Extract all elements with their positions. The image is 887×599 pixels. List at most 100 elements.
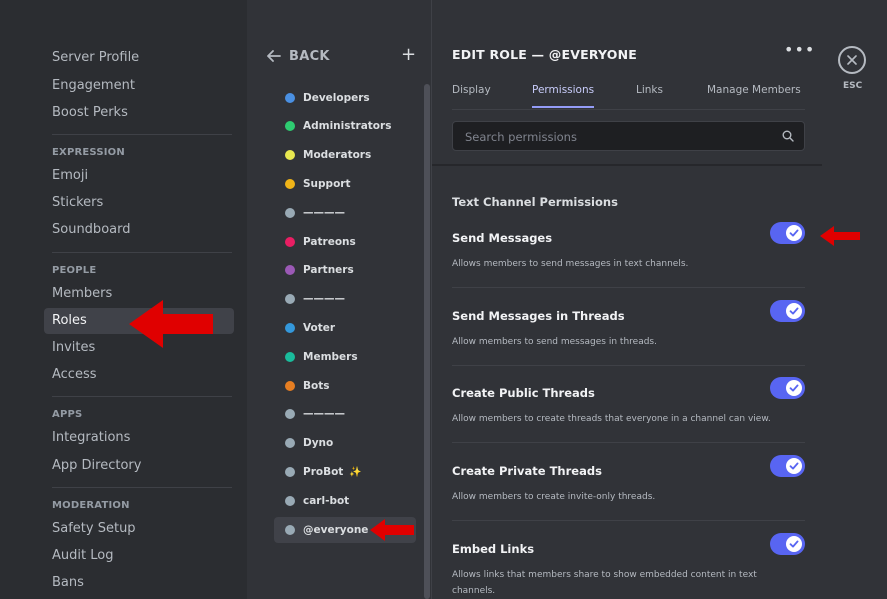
- search-box[interactable]: [452, 121, 805, 151]
- permission-toggle[interactable]: [770, 533, 805, 555]
- back-button[interactable]: BACK: [267, 44, 417, 68]
- role-label: Voter: [303, 322, 336, 334]
- sidebar-header-apps: APPS: [52, 409, 83, 420]
- scrollbar[interactable]: [424, 84, 430, 599]
- role-label: Members: [303, 351, 358, 363]
- sidebar-item-stickers[interactable]: Stickers: [44, 190, 234, 216]
- role-item[interactable]: Partners: [274, 257, 416, 283]
- role-item[interactable]: Members: [274, 344, 416, 370]
- role-item[interactable]: Support: [274, 171, 416, 197]
- sidebar-item-app-directory[interactable]: App Directory: [44, 453, 234, 479]
- sidebar-item-emoji[interactable]: Emoji: [44, 163, 234, 189]
- divider: [452, 442, 805, 443]
- role-color-dot: [285, 496, 295, 506]
- divider: [452, 520, 805, 521]
- annotation-arrow: [820, 226, 860, 246]
- search-input[interactable]: [463, 128, 767, 146]
- role-color-dot: [285, 121, 295, 131]
- plus-icon[interactable]: +: [401, 44, 416, 66]
- sidebar-header-expression: EXPRESSION: [52, 147, 125, 158]
- tab-manage-members[interactable]: Manage Members: [707, 84, 801, 108]
- tab-display[interactable]: Display: [452, 84, 491, 108]
- toggle-knob: [786, 380, 802, 396]
- permission-description: Allows members to send messages in text …: [452, 259, 689, 269]
- sidebar-item-soundboard[interactable]: Soundboard: [44, 217, 234, 243]
- sidebar-header-moderation: MODERATION: [52, 500, 130, 511]
- permission-name: Embed Links: [452, 542, 535, 556]
- role-color-dot: [285, 150, 295, 160]
- roles-panel: BACK + Developers Administrators Moderat…: [247, 0, 432, 599]
- permission-description: Allow members to create threads that eve…: [452, 414, 771, 424]
- role-item[interactable]: ————: [274, 286, 416, 312]
- role-label: Developers: [303, 92, 370, 104]
- search-icon: [782, 130, 794, 142]
- annotation-arrow: [129, 300, 213, 348]
- sidebar-item-boost-perks[interactable]: Boost Perks: [44, 100, 234, 126]
- sidebar-divider: [52, 396, 232, 397]
- role-color-dot: [285, 208, 295, 218]
- role-label: Moderators: [303, 149, 372, 161]
- sidebar-item-server-profile[interactable]: Server Profile: [44, 45, 234, 71]
- sidebar-item-access[interactable]: Access: [44, 362, 234, 388]
- role-color-dot: [285, 179, 295, 189]
- role-label: ————: [303, 408, 345, 420]
- role-color-dot: [285, 237, 295, 247]
- role-label: Patreons: [303, 236, 356, 248]
- edit-role-panel: EDIT ROLE — @EVERYONE ••• Display Permis…: [432, 0, 822, 599]
- role-color-dot: [285, 352, 295, 362]
- permission-toggle[interactable]: [770, 300, 805, 322]
- section-title: Text Channel Permissions: [452, 195, 618, 209]
- role-item[interactable]: carl-bot: [274, 488, 416, 514]
- check-icon: [789, 462, 799, 470]
- sidebar-item-integrations[interactable]: Integrations: [44, 425, 234, 451]
- permission-toggle[interactable]: [770, 455, 805, 477]
- role-item[interactable]: ————: [274, 401, 416, 427]
- divider: [452, 365, 805, 366]
- permission-description: Allows links that members share to show …: [452, 570, 757, 596]
- role-label: ProBot: [303, 466, 344, 478]
- permission-toggle[interactable]: [770, 222, 805, 244]
- sidebar-item-engagement[interactable]: Engagement: [44, 73, 234, 99]
- role-color-dot: [285, 294, 295, 304]
- role-color-dot: [285, 438, 295, 448]
- check-icon: [789, 540, 799, 548]
- role-item[interactable]: Patreons: [274, 229, 416, 255]
- tab-permissions[interactable]: Permissions: [532, 84, 595, 108]
- role-item[interactable]: Voter: [274, 315, 416, 341]
- role-label: @everyone: [303, 524, 369, 536]
- sidebar-item-bans[interactable]: Bans: [44, 570, 234, 596]
- divider: [432, 164, 822, 166]
- sidebar-item-audit-log[interactable]: Audit Log: [44, 543, 234, 569]
- toggle-knob: [786, 303, 802, 319]
- back-label: BACK: [289, 48, 330, 64]
- role-color-dot: [285, 467, 295, 477]
- permission-toggle[interactable]: [770, 377, 805, 399]
- toggle-knob: [786, 458, 802, 474]
- role-item[interactable]: Bots: [274, 373, 416, 399]
- role-item[interactable]: Developers: [274, 85, 416, 111]
- sidebar-divider: [52, 252, 232, 253]
- divider: [452, 287, 805, 288]
- sidebar-item-safety-setup[interactable]: Safety Setup: [44, 516, 234, 542]
- close-button[interactable]: [838, 46, 866, 74]
- role-label: carl-bot: [303, 495, 350, 507]
- close-icon: [847, 55, 857, 65]
- more-options-icon[interactable]: •••: [784, 40, 815, 59]
- check-icon: [789, 229, 799, 237]
- role-label: ————: [303, 293, 345, 305]
- role-label: ————: [303, 207, 345, 219]
- role-item[interactable]: ————: [274, 200, 416, 226]
- role-item[interactable]: Dyno: [274, 430, 416, 456]
- permission-name: Create Public Threads: [452, 386, 595, 400]
- toggle-knob: [786, 225, 802, 241]
- role-item[interactable]: ProBot ✨: [274, 459, 416, 485]
- role-color-dot: [285, 525, 295, 535]
- role-label: Dyno: [303, 437, 334, 449]
- tab-links[interactable]: Links: [636, 84, 663, 108]
- role-color-dot: [285, 323, 295, 333]
- role-color-dot: [285, 93, 295, 103]
- sidebar-divider: [52, 487, 232, 488]
- check-icon: [789, 307, 799, 315]
- role-item[interactable]: Administrators: [274, 113, 416, 139]
- role-item[interactable]: Moderators: [274, 142, 416, 168]
